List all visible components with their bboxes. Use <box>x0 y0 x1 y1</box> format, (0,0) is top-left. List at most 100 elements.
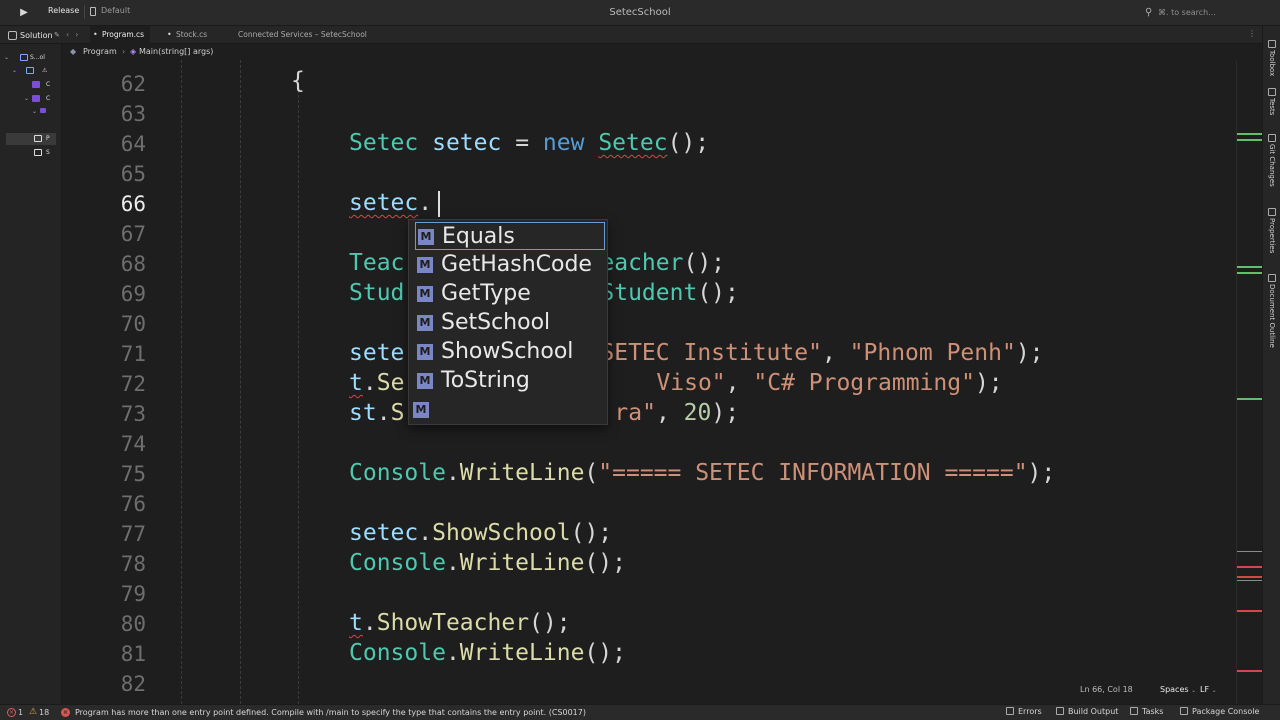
tree-row-stock-cs[interactable]: S <box>0 147 62 159</box>
code-line-64: Setec setec = new Setec(); <box>349 130 709 156</box>
tool-label: Toolbox <box>1268 50 1276 77</box>
completion-item-label: ShowSchool <box>441 339 574 364</box>
code-punctuation: ); <box>711 400 740 426</box>
code-string: "C# Programming" <box>753 370 975 396</box>
code-method: ShowTeacher <box>376 610 530 636</box>
cursor-position[interactable]: Ln 66, Col 18 <box>1080 685 1133 694</box>
line-ending-label: LF <box>1200 685 1210 694</box>
tree-row-solution[interactable]: ⌄ S...ol <box>0 52 62 64</box>
code-type: Setec <box>598 130 668 156</box>
status-message[interactable]: Program has more than one entry point de… <box>75 708 586 717</box>
completion-item-label: ToString <box>441 368 530 393</box>
error-count[interactable]: 1 <box>18 708 23 717</box>
document-outline-pad-button[interactable]: Document Outline <box>1266 274 1278 348</box>
code-punctuation: ); <box>974 370 1003 396</box>
completion-item-gettype[interactable]: M GetType <box>415 280 605 308</box>
method-icon: M <box>417 373 433 389</box>
line-ending-selector[interactable]: LF ⌄ <box>1200 685 1217 694</box>
tree-label: C <box>46 95 51 102</box>
code-type: Student <box>600 280 698 306</box>
code-editor[interactable]: { 62 63 64 65 66 67 68 69 70 71 72 73 74… <box>62 60 1236 704</box>
error-icon: × <box>61 708 70 717</box>
completion-item-label: Equals <box>442 224 515 249</box>
folder-icon <box>32 95 40 102</box>
tab-program-cs[interactable]: • Program.cs <box>90 26 150 44</box>
tab-overflow-menu-icon[interactable]: ⋮ <box>1248 29 1256 38</box>
solution-icon <box>20 54 28 61</box>
build-output-pad-button[interactable]: Build Output <box>1056 707 1118 719</box>
code-variable: t <box>349 370 363 396</box>
chevron-down-icon[interactable]: ⌄ <box>4 54 9 61</box>
tests-pad-button[interactable]: Tests <box>1266 88 1278 115</box>
toolbox-pad-button[interactable]: Toolbox <box>1266 40 1278 76</box>
solution-pad-tab[interactable]: Solution ✎ <box>4 28 62 42</box>
code-punctuation: . <box>445 460 460 486</box>
code-variable: sete <box>349 340 405 366</box>
solution-explorer: ⌄ S...ol ⌄ ⚠ C ⌄ C ⌄ P S <box>0 44 62 704</box>
errors-pad-button[interactable]: Errors <box>1006 707 1042 719</box>
line-number: 69 <box>120 282 146 306</box>
error-icon[interactable]: × <box>7 708 16 717</box>
code-line-80: t.ShowTeacher(); <box>349 610 571 636</box>
indentation-selector[interactable]: Spaces ⌄ <box>1160 685 1196 694</box>
breadcrumb-method[interactable]: Main(string[] args) <box>139 47 213 56</box>
chevron-down-icon[interactable]: ⌄ <box>24 95 29 102</box>
code-method: S <box>390 400 405 426</box>
code-string: Viso" <box>656 370 726 396</box>
error-marker <box>1237 576 1263 578</box>
code-variable: setec <box>432 130 502 156</box>
tree-row-program-cs[interactable]: P <box>6 133 56 145</box>
breadcrumb: ◆ Program › ◈ Main(string[] args) <box>62 44 1262 60</box>
tab-connected-services[interactable]: Connected Services – SetecSchool <box>226 26 386 44</box>
completion-item-gethashcode[interactable]: M GetHashCode <box>415 251 605 279</box>
completion-item-tostring[interactable]: M ToString <box>415 367 605 395</box>
code-number: 20 <box>683 400 712 426</box>
warning-count[interactable]: 18 <box>39 708 49 717</box>
tree-label: S <box>46 149 50 156</box>
indentation-label: Spaces <box>1160 685 1189 694</box>
code-variable: setec <box>349 190 419 216</box>
code-string: "Phnom Penh" <box>849 340 1016 366</box>
tab-label: Connected Services – SetecSchool <box>238 30 367 39</box>
tree-row-project[interactable]: ⌄ ⚠ <box>0 65 62 77</box>
indent-guide <box>181 60 182 704</box>
completion-item[interactable]: M <box>413 396 605 424</box>
chevron-down-icon[interactable]: ⌄ <box>32 108 37 115</box>
completion-list[interactable]: M Equals M GetHashCode M GetType M SetSc… <box>408 219 608 425</box>
code-type: Console <box>349 640 446 666</box>
code-punctuation: . <box>418 190 433 216</box>
git-changes-pad-button[interactable]: Git Changes <box>1266 134 1278 187</box>
pin-icon[interactable]: ✎ <box>54 31 60 39</box>
properties-pad-button[interactable]: Properties <box>1266 208 1278 253</box>
code-line-66: setec. <box>349 190 432 216</box>
tab-navigation-arrows[interactable]: ‹› <box>66 30 84 39</box>
chevron-down-icon[interactable]: ⌄ <box>12 67 17 74</box>
warning-icon[interactable]: ⚠ <box>29 707 37 717</box>
tab-bar: Solution ✎ ‹› • Program.cs • Stock.cs Co… <box>0 26 1262 44</box>
completion-item-equals[interactable]: M Equals <box>415 222 605 250</box>
solution-icon <box>8 31 17 40</box>
properties-icon <box>1268 208 1276 216</box>
code-line-78: Console.WriteLine(); <box>349 550 626 576</box>
chevron-down-icon: ⌄ <box>1211 687 1217 694</box>
tree-row-folder[interactable]: ⌄ C <box>0 93 62 105</box>
package-console-pad-button[interactable]: Package Console <box>1180 707 1259 719</box>
tasks-pad-button[interactable]: Tasks <box>1130 707 1163 719</box>
method-icon: M <box>417 257 433 273</box>
tree-row-folder[interactable]: C <box>0 79 62 91</box>
code-keyword: new <box>542 130 585 156</box>
completion-item-label: SetSchool <box>441 310 551 335</box>
completion-item-showschool[interactable]: M ShowSchool <box>415 338 605 366</box>
tree-label: C <box>46 81 51 88</box>
search-input[interactable] <box>1158 5 1268 20</box>
code-brace: { <box>291 68 305 94</box>
breadcrumb-class[interactable]: Program <box>83 47 117 56</box>
tab-stock-cs[interactable]: • Stock.cs <box>164 26 224 44</box>
tree-row-subfolder[interactable]: ⌄ <box>0 106 62 118</box>
line-number-current: 66 <box>120 192 146 216</box>
window-title: SetecSchool <box>609 7 671 18</box>
folder-icon <box>40 108 46 113</box>
completion-item-setschool[interactable]: M SetSchool <box>415 309 605 337</box>
code-punctuation: . <box>376 400 391 426</box>
overview-ruler[interactable] <box>1236 60 1263 704</box>
